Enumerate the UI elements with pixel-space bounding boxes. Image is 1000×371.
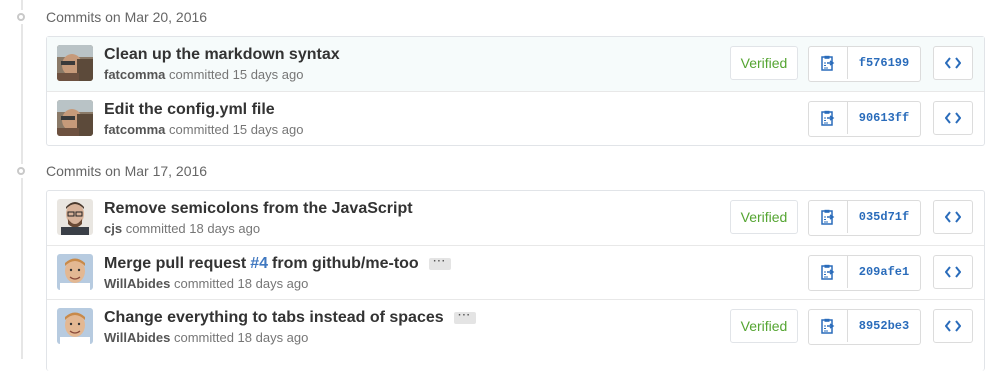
commit-message[interactable]: Edit the config.yml file (104, 101, 275, 119)
commit-message-text[interactable]: Change everything to tabs instead of spa… (104, 309, 444, 327)
commit-meta: WillAbides committed 18 days ago (104, 330, 308, 345)
commit-meta: cjs committed 18 days ago (104, 221, 260, 236)
verified-badge[interactable]: Verified (730, 46, 798, 80)
commit-message[interactable]: Change everything to tabs instead of spa… (104, 309, 476, 327)
clippy-icon (821, 264, 835, 280)
expand-message-button[interactable]: ··· (428, 257, 451, 270)
code-icon (945, 320, 961, 332)
commit-sha-link[interactable]: 8952be3 (848, 310, 920, 342)
code-icon (945, 211, 961, 223)
code-icon (945, 57, 961, 69)
commit-message-text[interactable]: Remove semicolons from the JavaScript (104, 200, 413, 218)
avatar[interactable] (57, 308, 93, 344)
commit-sha-link[interactable]: 209afe1 (848, 256, 920, 288)
commit-time: committed 18 days ago (173, 276, 309, 291)
verified-badge[interactable]: Verified (730, 309, 798, 343)
commit-author[interactable]: WillAbides (104, 276, 170, 291)
avatar[interactable] (57, 45, 93, 81)
commit-list: Clean up the markdown syntax fatcomma co… (46, 36, 985, 146)
sha-button-group: 035d71f (808, 200, 921, 236)
commit-message-text[interactable]: from github/me-too (272, 255, 419, 273)
commit-row: Change everything to tabs instead of spa… (47, 299, 984, 353)
copy-sha-button[interactable] (809, 310, 848, 342)
sha-button-group: 90613ff (808, 101, 921, 137)
commit-message[interactable]: Merge pull request #4 from github/me-too… (104, 255, 451, 273)
commit-author[interactable]: cjs (104, 221, 122, 236)
code-icon (945, 266, 961, 278)
commit-list: Remove semicolons from the JavaScript cj… (46, 190, 985, 371)
commit-time: committed 18 days ago (173, 330, 309, 345)
pull-request-link[interactable]: #4 (250, 255, 268, 273)
commit-meta: fatcomma committed 15 days ago (104, 122, 303, 137)
commit-time: committed 15 days ago (169, 67, 304, 82)
commit-row: Merge pull request #4 from github/me-too… (47, 245, 984, 299)
commit-meta: WillAbides committed 18 days ago (104, 276, 308, 291)
commit-message[interactable]: Clean up the markdown syntax (104, 46, 340, 64)
commit-row: Remove semicolons from the JavaScript cj… (47, 191, 984, 245)
sha-button-group: 209afe1 (808, 255, 921, 291)
commit-time: committed 15 days ago (169, 122, 304, 137)
copy-sha-button[interactable] (809, 256, 848, 288)
browse-repo-button[interactable] (933, 46, 973, 80)
clippy-icon (821, 110, 835, 126)
commit-sha-link[interactable]: 90613ff (848, 102, 920, 134)
copy-sha-button[interactable] (809, 201, 848, 233)
commit-sha-link[interactable]: f576199 (848, 47, 920, 79)
commit-group-date: Commits on Mar 17, 2016 (46, 163, 208, 179)
copy-sha-button[interactable] (809, 47, 848, 79)
sha-button-group: f576199 (808, 46, 921, 82)
browse-repo-button[interactable] (933, 309, 973, 343)
avatar[interactable] (57, 100, 93, 136)
clippy-icon (821, 318, 835, 334)
browse-repo-button[interactable] (933, 255, 973, 289)
commit-message-text[interactable]: Clean up the markdown syntax (104, 46, 340, 64)
git-commit-icon (14, 10, 28, 24)
timeline-line (21, 0, 23, 359)
git-commit-icon (14, 164, 28, 178)
verified-badge[interactable]: Verified (730, 200, 798, 234)
expand-message-button[interactable]: ··· (453, 311, 476, 324)
commit-author[interactable]: fatcomma (104, 67, 165, 82)
commit-message-text[interactable]: Merge pull request (104, 255, 246, 273)
browse-repo-button[interactable] (933, 101, 973, 135)
avatar[interactable] (57, 254, 93, 290)
commit-message[interactable]: Remove semicolons from the JavaScript (104, 200, 413, 218)
code-icon (945, 112, 961, 124)
commit-row: Clean up the markdown syntax fatcomma co… (47, 37, 984, 91)
commit-row: Edit the config.yml file fatcomma commit… (47, 91, 984, 145)
avatar[interactable] (57, 199, 93, 235)
copy-sha-button[interactable] (809, 102, 848, 134)
commit-sha-link[interactable]: 035d71f (848, 201, 920, 233)
clippy-icon (821, 55, 835, 71)
commit-time: committed 18 days ago (125, 221, 261, 236)
commit-author[interactable]: WillAbides (104, 330, 170, 345)
commit-message-text[interactable]: Edit the config.yml file (104, 101, 275, 119)
commit-group-date: Commits on Mar 20, 2016 (46, 9, 208, 25)
browse-repo-button[interactable] (933, 200, 973, 234)
commit-meta: fatcomma committed 15 days ago (104, 67, 303, 82)
sha-button-group: 8952be3 (808, 309, 921, 345)
clippy-icon (821, 209, 835, 225)
commit-author[interactable]: fatcomma (104, 122, 165, 137)
